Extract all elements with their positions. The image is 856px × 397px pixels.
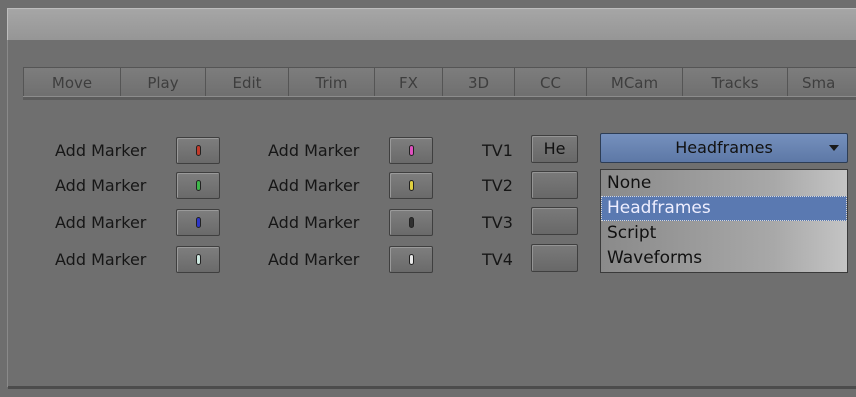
marker-red-icon — [196, 145, 201, 156]
title-bar — [7, 8, 856, 41]
marker-green-icon — [196, 180, 201, 191]
dropdown-option-headframes[interactable]: Headframes — [601, 196, 847, 221]
add-marker-label: Add Marker — [268, 141, 360, 160]
add-marker-label: Add Marker — [55, 176, 147, 195]
add-marker-label: Add Marker — [268, 250, 360, 269]
display-mode-select-value: Headframes — [675, 138, 773, 157]
tab-move[interactable]: Move — [23, 67, 121, 97]
add-marker-label: Add Marker — [55, 250, 147, 269]
dropdown-option-script[interactable]: Script — [601, 221, 847, 246]
add-marker-white-button[interactable] — [389, 246, 433, 273]
tab-sma[interactable]: Sma — [787, 67, 856, 97]
tv1-label: TV1 — [482, 141, 513, 160]
dropdown-option-none[interactable]: None — [601, 171, 847, 196]
marker-black-icon — [409, 217, 414, 228]
add-marker-black-button[interactable] — [389, 209, 433, 236]
marker-cyan-icon — [196, 254, 201, 265]
tab-fx[interactable]: FX — [374, 67, 443, 97]
add-marker-cyan-button[interactable] — [176, 246, 220, 273]
add-marker-magenta-button[interactable] — [389, 137, 433, 164]
add-marker-label: Add Marker — [55, 213, 147, 232]
tab-bar: Move Play Edit Trim FX 3D CC MCam Tracks Sma — [23, 67, 856, 97]
marker-blue-icon — [196, 217, 201, 228]
tv2-button[interactable] — [531, 171, 578, 199]
tv2-label: TV2 — [482, 176, 513, 195]
marker-yellow-icon — [409, 180, 414, 191]
display-mode-select[interactable]: Headframes — [600, 133, 848, 163]
add-marker-yellow-button[interactable] — [389, 172, 433, 199]
tab-mcam[interactable]: MCam — [586, 67, 683, 97]
tab-play[interactable]: Play — [120, 67, 206, 97]
tab-content-divider — [23, 96, 856, 100]
panel-bottom-edge — [8, 386, 856, 389]
add-marker-red-button[interactable] — [176, 137, 220, 164]
add-marker-green-button[interactable] — [176, 172, 220, 199]
tv1-button[interactable]: He — [531, 135, 578, 163]
tv3-button[interactable] — [531, 207, 578, 235]
chevron-down-icon[interactable] — [829, 145, 839, 151]
tab-cc[interactable]: CC — [514, 67, 587, 97]
display-mode-dropdown: None Headframes Script Waveforms — [600, 169, 848, 273]
add-marker-label: Add Marker — [268, 213, 360, 232]
add-marker-blue-button[interactable] — [176, 209, 220, 236]
tv4-label: TV4 — [482, 250, 513, 269]
tab-3d[interactable]: 3D — [442, 67, 515, 97]
tv4-button[interactable] — [531, 244, 578, 272]
tv3-label: TV3 — [482, 213, 513, 232]
tab-trim[interactable]: Trim — [288, 67, 375, 97]
tab-edit[interactable]: Edit — [205, 67, 289, 97]
add-marker-label: Add Marker — [55, 141, 147, 160]
marker-white-icon — [409, 254, 414, 265]
dropdown-option-waveforms[interactable]: Waveforms — [601, 246, 847, 271]
tab-tracks[interactable]: Tracks — [682, 67, 788, 97]
marker-magenta-icon — [409, 145, 414, 156]
add-marker-label: Add Marker — [268, 176, 360, 195]
